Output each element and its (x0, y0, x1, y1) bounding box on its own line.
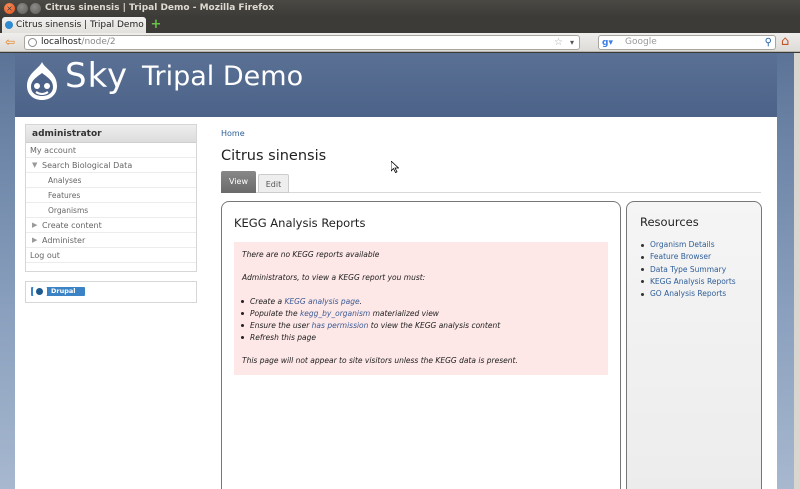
breadcrumb-home-link[interactable]: Home (221, 129, 245, 138)
tab-view[interactable]: View (221, 171, 256, 193)
browser-tab[interactable]: Citrus sinensis | Tripal Demo (2, 17, 146, 33)
list-item: Populate the kegg_by_organism materializ… (241, 308, 600, 320)
resources-list: Organism Details Feature Browser Data Ty… (641, 239, 736, 300)
kegg-analysis-page-link[interactable]: KEGG analysis page (284, 297, 359, 306)
step-text: Ensure the user (250, 321, 312, 330)
kegg-notice: There are no KEGG reports available Admi… (234, 242, 608, 375)
window-titlebar: × Citrus sinensis | Tripal Demo - Mozill… (0, 0, 800, 17)
user-block-title: administrator (26, 125, 196, 143)
page-title: Citrus sinensis (221, 148, 327, 164)
list-item: Create a KEGG analysis page. (241, 296, 600, 308)
url-bar[interactable]: localhost/node/2 ☆ ▾ (24, 35, 580, 50)
list-item: Ensure the user has permission to view t… (241, 320, 600, 332)
resource-link-kegg-analysis-reports[interactable]: KEGG Analysis Reports (641, 276, 736, 288)
resources-title: Resources (640, 215, 699, 229)
drupal-logo-icon[interactable] (25, 61, 59, 101)
home-icon[interactable]: ⌂ (781, 35, 789, 49)
has-permission-link[interactable]: has permission (312, 321, 369, 330)
notice-no-reports: There are no KEGG reports available (242, 250, 380, 259)
scrollbar[interactable] (794, 53, 800, 489)
site-header: Sky Tripal Demo (15, 53, 777, 117)
menu-item-label: Administer (42, 236, 86, 245)
step-text: . (359, 297, 362, 306)
search-placeholder: Google (625, 37, 657, 47)
menu-item-log-out[interactable]: Log out (26, 248, 196, 263)
kegg-report-box: KEGG Analysis Reports There are no KEGG … (221, 201, 621, 489)
resources-sidebar: Resources Organism Details Feature Brows… (626, 201, 762, 489)
window-maximize-button[interactable] (30, 3, 41, 14)
step-text: Create a (250, 297, 285, 306)
page-viewport: Sky Tripal Demo administrator My account… (0, 53, 800, 489)
kegg-report-title: KEGG Analysis Reports (234, 216, 366, 230)
menu-item-label: Analyses (48, 176, 82, 185)
notice-admin-instructions: Administrators, to view a KEGG report yo… (242, 273, 426, 282)
url-dropdown-icon[interactable]: ▾ (570, 36, 574, 49)
bookmark-star-icon[interactable]: ☆ (554, 36, 563, 49)
site-name[interactable]: Tripal Demo (142, 61, 303, 92)
menu-item-label: Log out (30, 251, 60, 260)
globe-icon (28, 38, 37, 47)
node-tabs: View Edit (221, 171, 761, 193)
triangle-right-icon: ▶ (32, 236, 38, 244)
sky-logo-text[interactable]: Sky (65, 56, 128, 96)
menu-item-create-content[interactable]: ▶ Create content (26, 218, 196, 233)
google-icon[interactable]: g▾ (602, 37, 613, 50)
menu-item-label: Features (48, 191, 81, 200)
menu-item-organisms[interactable]: Organisms (26, 203, 196, 218)
menu-item-label: Search Biological Data (42, 161, 133, 170)
powered-by-block: Drupal (25, 281, 197, 303)
resource-link-feature-browser[interactable]: Feature Browser (641, 251, 736, 263)
kegg-by-organism-link[interactable]: kegg_by_organism (300, 309, 370, 318)
menu-item-label: Create content (42, 221, 102, 230)
triangle-right-icon: ▶ (32, 221, 38, 229)
url-path: /node/2 (81, 37, 116, 47)
notice-visibility: This page will not appear to site visito… (242, 356, 518, 365)
drupal-badge-label: Drupal (51, 287, 76, 295)
window-close-button[interactable]: × (4, 3, 15, 14)
url-host: localhost (41, 37, 82, 47)
tab-strip: Citrus sinensis | Tripal Demo + (0, 17, 800, 33)
user-menu-block: administrator My account ▼ Search Biologi… (25, 124, 197, 272)
powered-by-drupal-badge[interactable]: Drupal (31, 287, 85, 296)
window-title: Citrus sinensis | Tripal Demo - Mozilla … (45, 3, 275, 13)
list-item: Refresh this page (241, 332, 600, 344)
triangle-down-icon: ▼ (32, 161, 38, 169)
tab-edit[interactable]: Edit (258, 174, 289, 193)
browser-tab-label: Citrus sinensis | Tripal Demo (16, 20, 144, 30)
resource-link-data-type-summary[interactable]: Data Type Summary (641, 264, 736, 276)
favicon-icon (5, 21, 13, 29)
back-arrow-icon[interactable]: ⇦ (5, 36, 15, 48)
menu-item-label: Organisms (48, 206, 89, 215)
step-text: materialized view (370, 309, 439, 318)
step-text: Populate the (250, 309, 300, 318)
navigation-bar: ⇦ localhost/node/2 ☆ ▾ g▾ Google ⚲ ⌂ (0, 33, 800, 52)
menu-item-label: My account (30, 146, 77, 155)
new-tab-button[interactable]: + (150, 18, 162, 31)
resource-link-go-analysis-reports[interactable]: GO Analysis Reports (641, 288, 736, 300)
step-text: to view the KEGG analysis content (368, 321, 501, 330)
menu-item-search-biological-data[interactable]: ▼ Search Biological Data (26, 158, 196, 173)
menu-item-administer[interactable]: ▶ Administer (26, 233, 196, 248)
search-icon[interactable]: ⚲ (765, 36, 772, 49)
drupal-drop-icon (33, 287, 47, 296)
mouse-cursor-icon (391, 161, 399, 173)
search-bar[interactable]: g▾ Google ⚲ (598, 35, 776, 50)
menu-item-analyses[interactable]: Analyses (26, 173, 196, 188)
menu-item-my-account[interactable]: My account (26, 143, 196, 158)
menu-item-features[interactable]: Features (26, 188, 196, 203)
window-minimize-button[interactable] (17, 3, 28, 14)
resource-link-organism-details[interactable]: Organism Details (641, 239, 736, 251)
notice-steps-list: Create a KEGG analysis page. Populate th… (241, 296, 600, 344)
